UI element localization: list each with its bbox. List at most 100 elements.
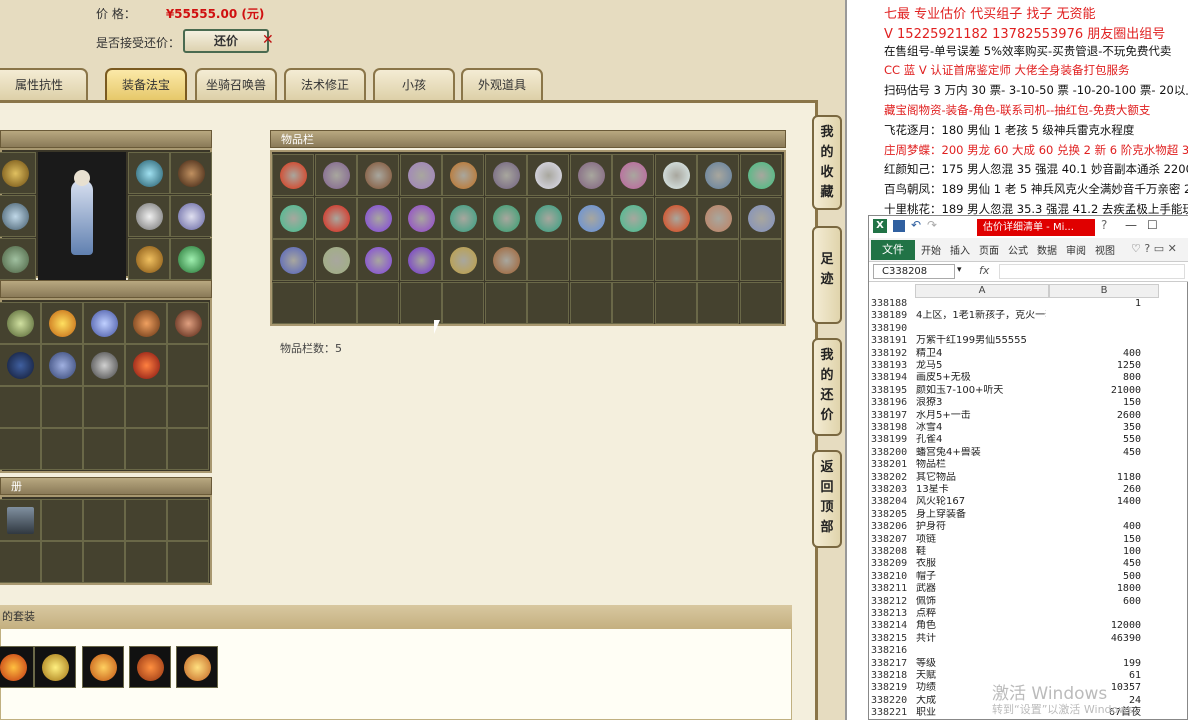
ribbon-tab[interactable]: 数据 [1037, 242, 1057, 257]
table-row[interactable]: 338191 万紫千红199男仙55555 [869, 335, 1188, 347]
cell-a[interactable]: 蟠宫兔4+兽装 [916, 447, 1046, 459]
storage-slot[interactable] [41, 386, 83, 428]
inventory-slot[interactable] [527, 196, 569, 239]
storage-slot[interactable] [167, 302, 209, 344]
suit-item[interactable] [34, 646, 76, 688]
haggle-button[interactable]: 还价 [183, 29, 269, 53]
cell-a[interactable]: 护身符 [916, 521, 1046, 533]
inventory-slot[interactable] [272, 239, 314, 281]
cell-b[interactable]: 1250 [1049, 360, 1141, 372]
table-row[interactable]: 338206 护身符 400 [869, 521, 1188, 533]
table-row[interactable]: 338196 浪獠3 150 [869, 397, 1188, 409]
suit-item[interactable] [176, 646, 218, 688]
equip-slot[interactable] [170, 238, 212, 280]
side-tab-back-to-top[interactable]: 返回顶部 [812, 450, 842, 548]
register-slot[interactable] [83, 499, 125, 541]
storage-slot[interactable] [83, 344, 125, 386]
table-row[interactable]: 338194 画皮5+无极 800 [869, 372, 1188, 384]
equip-slot[interactable] [128, 238, 170, 280]
inventory-slot[interactable] [484, 196, 527, 239]
inventory-slot[interactable] [314, 196, 357, 239]
register-slot[interactable] [83, 541, 125, 583]
inventory-slot[interactable] [272, 281, 314, 324]
cell-a[interactable]: 武器 [916, 583, 1046, 595]
cell-b[interactable]: 450 [1049, 447, 1141, 459]
suit-item[interactable] [0, 646, 34, 688]
storage-slot[interactable] [83, 302, 125, 344]
cell-b[interactable]: 1180 [1049, 472, 1141, 484]
storage-slot[interactable] [125, 386, 167, 428]
cell-a[interactable]: 画皮5+无极 [916, 372, 1046, 384]
cell-b[interactable]: 1400 [1049, 496, 1141, 508]
cell-a[interactable]: 帽子 [916, 571, 1046, 583]
cell-a[interactable]: 物品栏 [916, 459, 1046, 471]
ribbon-tab[interactable]: 公式 [1008, 242, 1028, 257]
tab-spells[interactable]: 法术修正 [284, 68, 366, 100]
cell-b[interactable]: 1800 [1049, 583, 1141, 595]
side-tab-favorites[interactable]: 我的收藏 [812, 115, 842, 210]
cell-a[interactable]: 等级 [916, 658, 1046, 670]
inventory-slot[interactable] [612, 239, 654, 281]
cell-b[interactable]: 46390 [1049, 633, 1141, 645]
inventory-slot[interactable] [272, 154, 314, 196]
table-row[interactable]: 338198 冰雪4 350 [869, 422, 1188, 434]
storage-slot[interactable] [125, 344, 167, 386]
table-row[interactable]: 338213 点粹 [869, 608, 1188, 620]
tab-appearance[interactable]: 外观道具 [461, 68, 543, 100]
cell-a[interactable]: 佩饰 [916, 596, 1046, 608]
inventory-slot[interactable] [484, 281, 527, 324]
storage-slot[interactable] [0, 428, 41, 470]
inventory-slot[interactable] [484, 239, 527, 281]
equip-slot[interactable] [128, 152, 170, 194]
suit-item[interactable] [129, 646, 171, 688]
inventory-slot[interactable] [314, 239, 357, 281]
storage-slot[interactable] [83, 428, 125, 470]
inventory-slot[interactable] [654, 154, 697, 196]
cell-a[interactable]: 颜如玉7-100+听天 [916, 385, 1046, 397]
table-row[interactable]: 338216 [869, 645, 1188, 657]
cell-a[interactable]: 点粹 [916, 608, 1046, 620]
table-row[interactable]: 338201 物品栏 [869, 459, 1188, 471]
ribbon-tab-file[interactable]: 文件 [871, 240, 915, 260]
suit-item[interactable] [82, 646, 124, 688]
inventory-slot[interactable] [569, 281, 612, 324]
table-row[interactable]: 338195 颜如玉7-100+听天 21000 [869, 385, 1188, 397]
equip-slot[interactable] [0, 195, 36, 237]
storage-slot[interactable] [41, 302, 83, 344]
cell-b[interactable]: 800 [1049, 372, 1141, 384]
table-row[interactable]: 338203 13星卡 260 [869, 484, 1188, 496]
cell-b[interactable]: 600 [1049, 596, 1141, 608]
tab-mounts[interactable]: 坐骑召唤兽 [195, 68, 277, 100]
register-slot[interactable] [125, 499, 167, 541]
help-icon[interactable]: ? [1101, 218, 1107, 232]
storage-slot[interactable] [0, 386, 41, 428]
column-header-a[interactable]: A [915, 284, 1049, 298]
register-slot[interactable] [41, 499, 83, 541]
register-slot[interactable] [125, 541, 167, 583]
inventory-slot[interactable] [314, 154, 357, 196]
ribbon-tab[interactable]: 页面 [979, 242, 999, 257]
table-row[interactable]: 338208 鞋 100 [869, 546, 1188, 558]
cell-a[interactable]: 万紫千红199男仙55555 [916, 335, 1046, 347]
cell-a[interactable]: 冰雪4 [916, 422, 1046, 434]
cell-b[interactable]: 150 [1049, 534, 1141, 546]
inventory-slot[interactable] [739, 281, 782, 324]
cell-b[interactable]: 100 [1049, 546, 1141, 558]
table-row[interactable]: 338190 [869, 323, 1188, 335]
table-row[interactable]: 338209 衣服 450 [869, 558, 1188, 570]
inventory-slot[interactable] [697, 281, 739, 324]
inventory-slot[interactable] [739, 196, 782, 239]
register-slot[interactable] [41, 541, 83, 583]
inventory-slot[interactable] [484, 154, 527, 196]
inventory-slot[interactable] [739, 154, 782, 196]
cell-a[interactable]: 浪獠3 [916, 397, 1046, 409]
name-box[interactable]: C338208 [873, 264, 955, 279]
cell-a[interactable]: 共计 [916, 633, 1046, 645]
cell-a[interactable]: 龙马5 [916, 360, 1046, 372]
inventory-slot[interactable] [399, 196, 442, 239]
register-slot[interactable] [0, 499, 41, 541]
table-row[interactable]: 338207 项链 150 [869, 534, 1188, 546]
cell-a[interactable]: 鞋 [916, 546, 1046, 558]
inventory-slot[interactable] [357, 196, 399, 239]
inventory-slot[interactable] [399, 154, 442, 196]
